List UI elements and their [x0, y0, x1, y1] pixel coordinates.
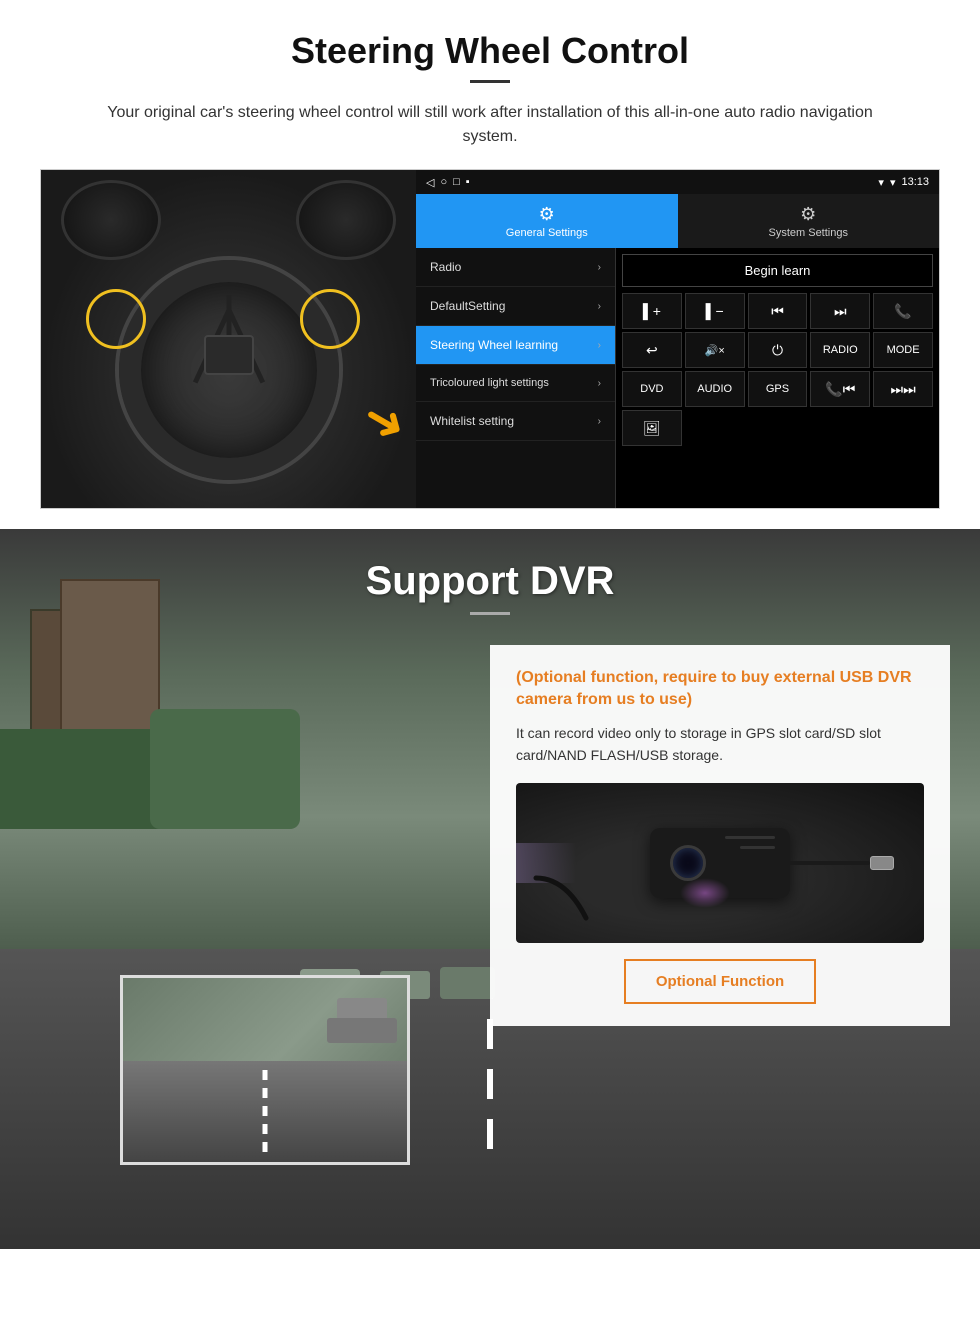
ctrl-prev-track[interactable]: ⏮ — [748, 293, 808, 329]
dvr-camera-image — [516, 783, 924, 943]
begin-learn-button[interactable]: Begin learn — [622, 254, 933, 287]
control-grid: ▌+ ▌− ⏮ ⏭ 📞 ↩ 🔊× ⏻ RADIO MODE DVD AUDIO … — [622, 293, 933, 446]
ctrl-dvd[interactable]: DVD — [622, 371, 682, 407]
menu-radio-label: Radio — [430, 260, 461, 274]
steering-demo: ➜ ◁ ○ □ ▪ ▾ ▾ 13:13 — [40, 169, 940, 509]
general-settings-icon: ⚙ — [539, 204, 555, 225]
dvr-section: Support DVR (Optional function, require … — [0, 529, 980, 1249]
highlight-right — [300, 289, 360, 349]
status-nav-icons: ◁ ○ □ ▪ — [426, 176, 470, 189]
android-ui-panel: ◁ ○ □ ▪ ▾ ▾ 13:13 ⚙ General Settings — [416, 170, 939, 508]
chevron-icon: › — [598, 416, 601, 427]
cable-curve — [526, 868, 606, 933]
camera-lens — [670, 845, 706, 881]
android-body: Radio › DefaultSetting › Steering Wheel … — [416, 248, 939, 508]
menu-icon[interactable]: ▪ — [466, 176, 470, 188]
chevron-icon: › — [598, 262, 601, 273]
dvr-optional-title: (Optional function, require to buy exter… — [516, 667, 924, 712]
steering-section: Steering Wheel Control Your original car… — [0, 0, 980, 529]
ctrl-skip-next[interactable]: ⏭⏭ — [873, 371, 933, 407]
ctrl-mode[interactable]: MODE — [873, 332, 933, 368]
camera-detail-1 — [725, 836, 775, 839]
ctrl-next-track[interactable]: ⏭ — [810, 293, 870, 329]
controls-panel: Begin learn ▌+ ▌− ⏮ ⏭ 📞 ↩ 🔊× ⏻ RADIO MOD… — [616, 248, 939, 508]
dvr-thumbnail — [120, 975, 410, 1165]
chevron-icon: › — [598, 378, 601, 389]
system-settings-icon: ⚙ — [800, 204, 816, 225]
menu-item-tricolour[interactable]: Tricoloured light settings › — [416, 365, 615, 402]
signal-icon: ▾ — [878, 176, 884, 189]
status-bar: ◁ ○ □ ▪ ▾ ▾ 13:13 — [416, 170, 939, 194]
time-display: 13:13 — [901, 176, 929, 188]
menu-item-radio[interactable]: Radio › — [416, 248, 615, 287]
home-icon[interactable]: ○ — [440, 176, 447, 188]
optional-function-container: Optional Function — [516, 959, 924, 1004]
menu-item-steering[interactable]: Steering Wheel learning › — [416, 326, 615, 365]
page-title: Steering Wheel Control — [40, 30, 940, 72]
dvr-description: It can record video only to storage in G… — [516, 722, 924, 767]
dvr-info-box: (Optional function, require to buy exter… — [490, 645, 950, 1026]
tab-system-settings[interactable]: ⚙ System Settings — [678, 194, 940, 248]
ctrl-phone-prev[interactable]: 📞⏮ — [810, 371, 870, 407]
menu-item-default[interactable]: DefaultSetting › — [416, 287, 615, 326]
android-tabs: ⚙ General Settings ⚙ System Settings — [416, 194, 939, 248]
dvr-title-area: Support DVR — [0, 529, 980, 625]
camera-glow — [680, 878, 730, 908]
recent-icon[interactable]: □ — [453, 176, 460, 188]
highlight-left — [86, 289, 146, 349]
camera-detail-2 — [740, 846, 775, 849]
section-description: Your original car's steering wheel contr… — [80, 101, 900, 149]
wifi-icon: ▾ — [890, 176, 896, 189]
menu-tricolour-label: Tricoloured light settings — [430, 377, 549, 389]
ctrl-mute[interactable]: 🔊× — [685, 332, 745, 368]
optional-function-button[interactable]: Optional Function — [624, 959, 816, 1004]
camera-device — [650, 828, 790, 898]
camera-cable-assembly — [770, 856, 894, 870]
menu-list: Radio › DefaultSetting › Steering Wheel … — [416, 248, 616, 508]
begin-learn-row: Begin learn — [622, 254, 933, 287]
dvr-divider — [470, 612, 510, 615]
ctrl-extra[interactable]: 🖼 — [622, 410, 682, 446]
tab-system-label: System Settings — [769, 227, 848, 239]
title-divider — [470, 80, 510, 83]
tab-general-label: General Settings — [506, 227, 588, 239]
ctrl-radio[interactable]: RADIO — [810, 332, 870, 368]
ctrl-power[interactable]: ⏻ — [748, 332, 808, 368]
menu-item-whitelist[interactable]: Whitelist setting › — [416, 402, 615, 441]
ctrl-vol-down[interactable]: ▌− — [685, 293, 745, 329]
steering-photo: ➜ — [41, 170, 416, 509]
ctrl-gps[interactable]: GPS — [748, 371, 808, 407]
chevron-icon: › — [598, 340, 601, 351]
menu-whitelist-label: Whitelist setting — [430, 414, 514, 428]
tab-general-settings[interactable]: ⚙ General Settings — [416, 194, 678, 248]
ctrl-back[interactable]: ↩ — [622, 332, 682, 368]
steering-wheel-bg: ➜ — [41, 170, 416, 509]
usb-plug — [870, 856, 894, 870]
ctrl-phone[interactable]: 📞 — [873, 293, 933, 329]
chevron-icon: › — [598, 301, 601, 312]
status-right-icons: ▾ ▾ 13:13 — [878, 176, 929, 189]
usb-cable — [770, 861, 870, 865]
dvr-title: Support DVR — [40, 559, 940, 604]
back-icon[interactable]: ◁ — [426, 176, 434, 189]
menu-steering-label: Steering Wheel learning — [430, 338, 558, 352]
ctrl-audio[interactable]: AUDIO — [685, 371, 745, 407]
dvr-content-area: (Optional function, require to buy exter… — [0, 625, 980, 1225]
menu-default-label: DefaultSetting — [430, 299, 505, 313]
ctrl-vol-up[interactable]: ▌+ — [622, 293, 682, 329]
